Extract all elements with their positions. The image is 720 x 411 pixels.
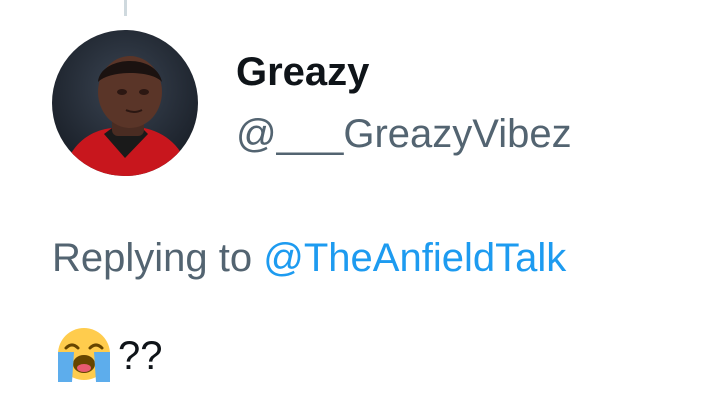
tweet-body-text: ??	[118, 333, 163, 378]
replying-to-line: Replying to @TheAnfieldTalk	[52, 232, 566, 284]
tweet-text: ??	[52, 326, 163, 386]
author-info: Greazy @___GreazyVibez	[236, 48, 572, 158]
profile-avatar-icon	[52, 30, 198, 176]
replying-to-label: Replying to	[52, 236, 253, 280]
loudly-crying-face-emoji-icon	[52, 326, 116, 386]
reply-tweet[interactable]: Greazy @___GreazyVibez Replying to @TheA…	[0, 0, 720, 411]
replying-to-mention-link[interactable]: @TheAnfieldTalk	[263, 236, 566, 280]
author-handle[interactable]: @___GreazyVibez	[236, 110, 572, 158]
author-display-name[interactable]: Greazy	[236, 48, 572, 96]
author-avatar[interactable]	[52, 30, 198, 176]
